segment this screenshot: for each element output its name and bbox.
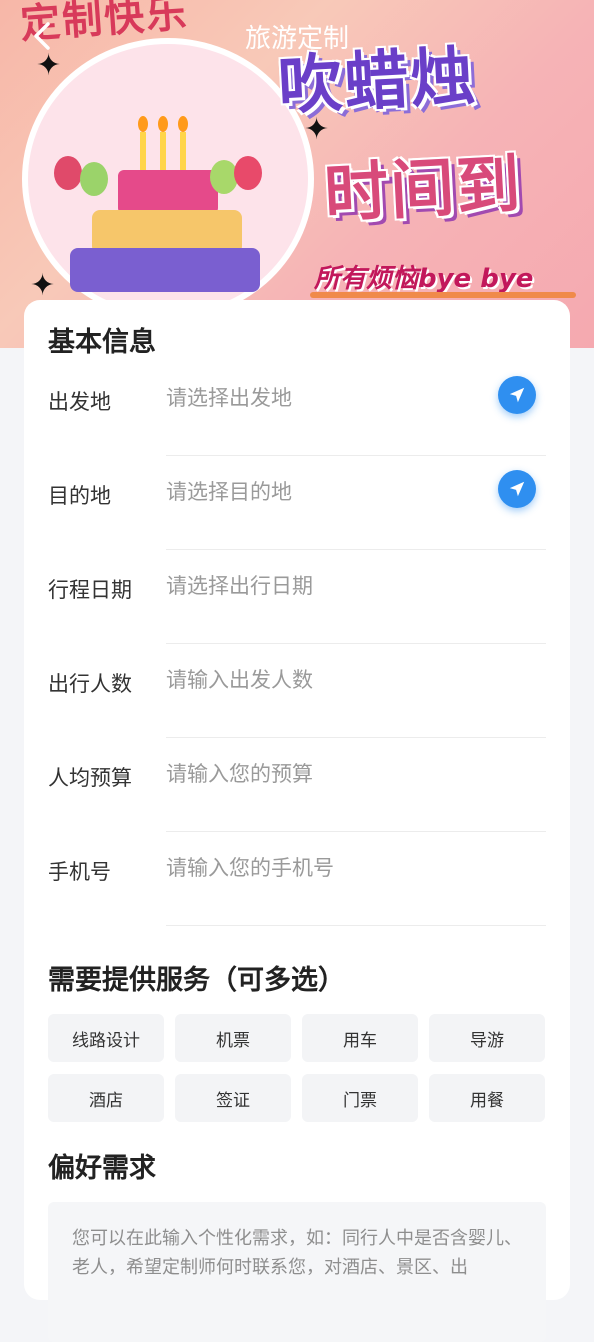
banner-subtitle: 所有烦恼bye bye <box>314 264 534 294</box>
service-option-guide[interactable]: 导游 <box>429 1014 545 1062</box>
cake-illustration <box>118 170 218 214</box>
balloon-illustration <box>234 156 262 190</box>
budget-label: 人均预算 <box>48 766 132 790</box>
form-row-date: 行程日期 <box>48 550 546 644</box>
candle-illustration <box>160 132 166 172</box>
departure-label: 出发地 <box>48 390 111 414</box>
destination-locate-button[interactable] <box>498 470 536 508</box>
services-title: 需要提供服务（可多选） <box>48 965 345 996</box>
flame-illustration <box>178 116 188 132</box>
phone-label: 手机号 <box>48 860 111 884</box>
candle-illustration <box>140 132 146 172</box>
basic-info-title: 基本信息 <box>48 327 156 358</box>
destination-label: 目的地 <box>48 484 111 508</box>
preferences-box <box>48 1202 546 1342</box>
service-option-tickets[interactable]: 门票 <box>302 1074 418 1122</box>
row-divider <box>166 925 546 926</box>
budget-input[interactable] <box>166 756 486 792</box>
departure-locate-button[interactable] <box>498 376 536 414</box>
candle-illustration <box>180 132 186 172</box>
travelers-input[interactable] <box>166 662 486 698</box>
date-label: 行程日期 <box>48 578 132 602</box>
cake-illustration <box>70 248 260 292</box>
service-option-flight[interactable]: 机票 <box>175 1014 291 1062</box>
preferences-textarea[interactable] <box>72 1224 522 1320</box>
service-option-route-design[interactable]: 线路设计 <box>48 1014 164 1062</box>
form-row-travelers: 出行人数 <box>48 644 546 738</box>
banner-title-line2: 时间到 <box>322 147 525 233</box>
page-title: 旅游定制 <box>244 24 349 54</box>
phone-input[interactable] <box>166 850 486 886</box>
form-row-departure: 出发地 <box>48 362 546 456</box>
form-card: 基本信息 出发地 目的地 行程日期 出行人数 人均预算 <box>24 300 570 1342</box>
date-input[interactable] <box>166 568 486 604</box>
sparkle-icon: ✦ <box>30 268 56 303</box>
navigation-bar: 旅游定制 <box>0 0 594 72</box>
travelers-label: 出行人数 <box>48 672 132 696</box>
location-arrow-icon <box>509 481 525 497</box>
form-row-destination: 目的地 <box>48 456 546 550</box>
form-row-phone: 手机号 <box>48 832 546 926</box>
flame-illustration <box>158 116 168 132</box>
service-option-visa[interactable]: 签证 <box>175 1074 291 1122</box>
form-row-budget: 人均预算 <box>48 738 546 832</box>
services-grid: 线路设计 机票 用车 导游 酒店 签证 门票 用餐 <box>48 1014 546 1122</box>
departure-input[interactable] <box>166 380 486 416</box>
banner-underline <box>310 292 576 298</box>
service-option-car[interactable]: 用车 <box>302 1014 418 1062</box>
preferences-title: 偏好需求 <box>48 1153 156 1184</box>
service-option-hotel[interactable]: 酒店 <box>48 1074 164 1122</box>
service-option-meals[interactable]: 用餐 <box>429 1074 545 1122</box>
balloon-illustration <box>54 156 82 190</box>
flame-illustration <box>138 116 148 132</box>
location-arrow-icon <box>509 387 525 403</box>
balloon-illustration <box>80 162 108 196</box>
destination-input[interactable] <box>166 474 486 510</box>
